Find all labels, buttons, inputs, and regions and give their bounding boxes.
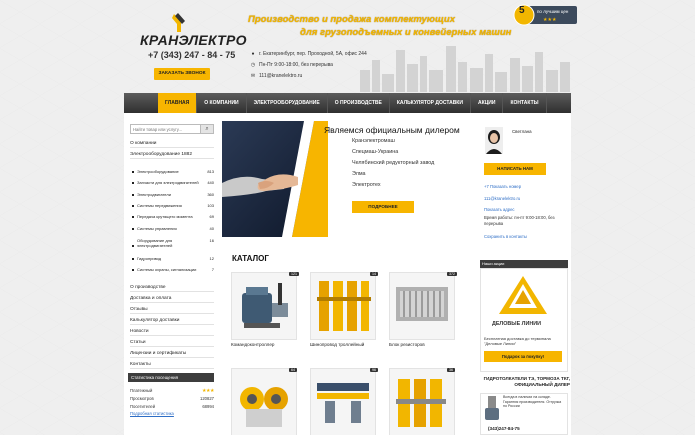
sidebar-link-equipment[interactable]: Электрооборудование 1882 <box>130 150 214 159</box>
stat-row: Посетителей 68994 <box>130 404 214 409</box>
address-line: ● г. Екатеринбург, пер. Проходной, 5А, о… <box>250 51 367 57</box>
nav-item-contacts[interactable]: КОНТАКТЫ <box>503 93 547 113</box>
catalog-count-badge: 372 <box>447 272 457 276</box>
catalog-item-image[interactable] <box>310 272 376 340</box>
sidebar-subitem[interactable]: Электродвигатели 360 <box>132 192 214 197</box>
email-text[interactable]: 111@kranelektro.ru <box>259 73 302 79</box>
sidebar-link-company[interactable]: О компании <box>130 139 214 148</box>
catalog-item-label[interactable]: Шинопровод троллейный <box>310 342 376 347</box>
nav-item-promotions[interactable]: АКЦИИ <box>471 93 504 113</box>
sidebar-link-delivery[interactable]: Доставка и оплата <box>130 294 214 303</box>
badge-number: 5 <box>519 5 525 16</box>
ad-title[interactable]: ГИДРОТОЛКАТЕЛИ ТЭ, ТОРМОЗА ТКГ, ОФИЦИАЛЬ… <box>480 376 570 387</box>
stat-row: Просмотров 120827 <box>130 396 214 401</box>
location-pin-icon: ● <box>251 51 255 57</box>
stats-link[interactable]: Подробная статистика <box>130 411 214 416</box>
logo-icon <box>172 13 185 32</box>
manager-avatar <box>485 127 503 154</box>
promo-gift-button[interactable]: Подарок за покупку! <box>484 351 562 362</box>
city-skyline-image <box>360 46 570 92</box>
tagline-line-2: для грузоподъемных и конвейерных машин <box>300 27 512 38</box>
hydraulic-pusher-image <box>485 396 499 420</box>
envelope-icon: ✉ <box>250 73 256 79</box>
main-nav: ГЛАВНАЯ О КОМПАНИИ ЭЛЕКТРООБОРУДОВАНИЕ О… <box>124 93 571 113</box>
catalog-item-image[interactable] <box>389 272 455 340</box>
sidebar-link-calculator[interactable]: Калькулятор доставки <box>130 316 214 325</box>
nav-item-about[interactable]: О КОМПАНИИ <box>197 93 247 113</box>
address-text: г. Екатеринбург, пер. Проходной, 5А, офи… <box>259 51 367 57</box>
catalog-count-badge: 121 <box>289 272 299 276</box>
catalog-item[interactable] <box>310 368 376 435</box>
banner-more-button[interactable]: ПОДРОБНЕЕ <box>352 201 414 213</box>
tagline-line-1: Производство и продажа комплектующих <box>248 14 455 25</box>
svg-text:по лучшим цен: по лучшим цен <box>537 9 569 14</box>
nav-item-production[interactable]: О ПРОИЗВОДСТВЕ <box>328 93 390 113</box>
sidebar-link-reviews[interactable]: Отзывы <box>130 305 214 314</box>
catalog-title: КАТАЛОГ <box>232 254 269 263</box>
banner-dealer-item: Элма <box>352 171 366 177</box>
callback-button[interactable]: ЗАКАЗАТЬ ЗВОНОК <box>154 68 210 80</box>
catalog-item[interactable] <box>389 368 455 435</box>
catalog-item[interactable]: Командоконтроллер <box>231 272 297 350</box>
sidebar-link-articles[interactable]: Статьи <box>130 338 214 347</box>
banner-dealer-item: Электротех <box>352 182 381 188</box>
stat-row: Платежный ★★★ <box>130 388 214 394</box>
banner-dealer-item: Спецмаш-Украина <box>352 149 399 155</box>
catalog-item-label[interactable]: Командоконтроллер <box>231 342 297 347</box>
clock-icon: ◷ <box>250 62 256 68</box>
catalog-item[interactable]: Блок резисторов <box>389 272 455 350</box>
sidebar-subitem[interactable]: Системы охраны, сигнализации 7 <box>132 267 214 272</box>
banner-dealer-item: Челябинский редукторный завод <box>352 160 435 166</box>
catalog-item-image[interactable] <box>231 272 297 340</box>
header-phone[interactable]: +7 (343) 247 - 84 - 75 <box>148 50 235 60</box>
catalog-item[interactable]: Шинопровод троллейный <box>310 272 376 350</box>
sidebar-link-contacts[interactable]: Контакты <box>130 360 214 369</box>
show-phone-link[interactable]: +7 Показать номер <box>484 184 568 190</box>
promo-header: Наши акции <box>480 260 568 268</box>
email-line[interactable]: ✉ 111@kranelektro.ru <box>250 73 302 79</box>
promo-text: Бесплатная доставка до терминала "Деловы… <box>484 336 551 346</box>
manager-email-link[interactable]: 111@kranelektro.ru <box>484 196 568 202</box>
ad-text: Всегда в наличии на складе. Гарантия про… <box>503 395 562 408</box>
catalog-item-image[interactable] <box>310 368 376 435</box>
hours-text: Пн-Пт 9:00-18:00, без перерыва <box>259 62 333 68</box>
promo-brand: ДЕЛОВЫЕ ЛИНИИ <box>492 321 541 327</box>
banner-title: Являемся официальным дилером <box>324 125 460 135</box>
save-contact-link[interactable]: Сохранить в контакты <box>484 234 568 240</box>
banner-dealer-item: Кранэлектромаш <box>352 138 395 144</box>
catalog-count-badge: 36 <box>447 368 455 372</box>
catalog-count-badge: 96 <box>370 368 378 372</box>
sidebar-subitem[interactable]: Электрооборудование 813 <box>132 169 214 174</box>
sidebar-subitem[interactable]: Оборудование для электродвигателей 16 <box>132 238 214 248</box>
catalog-item-image[interactable] <box>389 368 455 435</box>
sidebar-link-production[interactable]: О производстве <box>130 283 214 292</box>
handshake-image <box>222 121 328 237</box>
sidebar-subitem[interactable]: Передача крутящего момента 69 <box>132 214 214 219</box>
sidebar-subitem[interactable]: Системы управления 40 <box>132 226 214 231</box>
stats-header: Статистика посещения <box>128 373 214 382</box>
catalog-item[interactable] <box>231 368 297 435</box>
write-us-button[interactable]: НАПИСАТЬ НАМ <box>484 163 546 175</box>
sidebar-subitem[interactable]: Системы передвижения 103 <box>132 203 214 208</box>
catalog-item-image[interactable] <box>231 368 297 435</box>
catalog-count-badge: 64 <box>289 368 297 372</box>
work-hours-text: Время работы: пн-пт 9:00-18:00, без пере… <box>484 215 555 226</box>
show-address-link[interactable]: Показать адрес <box>484 207 568 213</box>
sidebar-subitem[interactable]: Гидропривод 12 <box>132 256 214 261</box>
sidebar-subitem[interactable]: Запчасти для электродвигателей 440 <box>132 180 214 185</box>
manager-name: Светлана <box>512 129 532 134</box>
catalog-count-badge: 14 <box>370 272 378 276</box>
sidebar-link-news[interactable]: Новости <box>130 327 214 336</box>
search-icon[interactable]: ⌕ <box>200 124 214 134</box>
nav-item-calculator[interactable]: КАЛЬКУЛЯТОР ДОСТАВКИ <box>390 93 471 113</box>
hours-line: ◷ Пн-Пт 9:00-18:00, без перерыва <box>250 62 333 68</box>
nav-item-equipment[interactable]: ЭЛЕКТРООБОРУДОВАНИЕ <box>247 93 328 113</box>
nav-item-home[interactable]: ГЛАВНАЯ <box>158 93 198 113</box>
svg-text:★★★: ★★★ <box>543 17 557 23</box>
sidebar-link-licenses[interactable]: Лицензии и сертификаты <box>130 349 214 358</box>
ad-phone[interactable]: (343)247-84-75 <box>488 426 520 431</box>
logo-text[interactable]: КРАНЭЛЕКТРО <box>140 32 247 48</box>
catalog-item-label[interactable]: Блок резисторов <box>389 342 455 347</box>
delovye-linii-logo <box>499 276 547 314</box>
